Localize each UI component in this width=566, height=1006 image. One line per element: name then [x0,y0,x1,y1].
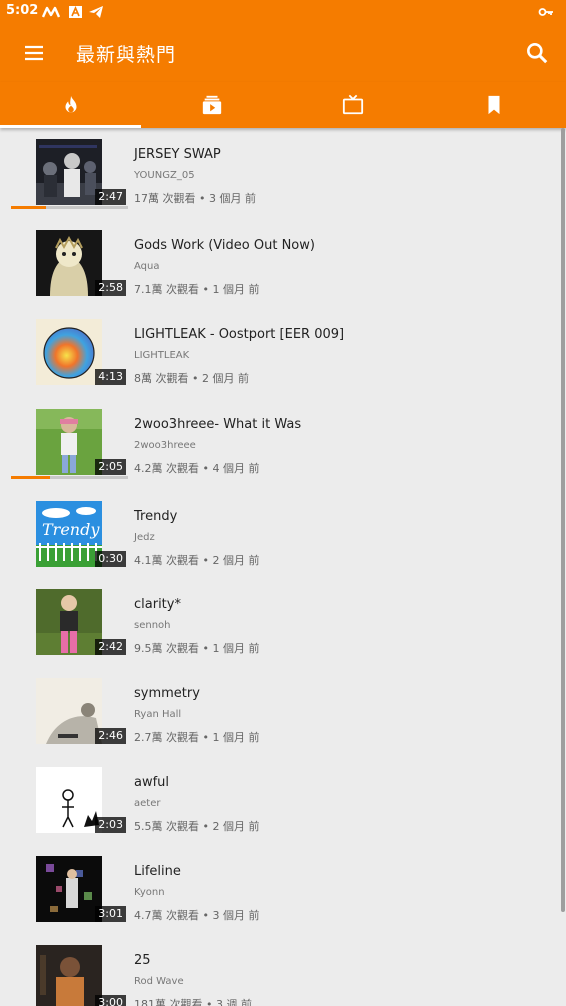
video-duration: 2:03 [95,817,126,833]
video-item[interactable]: 4:13 LIGHTLEAK - Oostport [EER 009] LIGH… [0,308,566,396]
video-duration: 4:13 [95,369,126,385]
page-title: 最新與熱門 [76,44,177,66]
video-duration: 2:58 [95,280,126,296]
search-icon[interactable] [524,40,550,66]
bookmark-icon [488,95,500,115]
scrollbar[interactable] [561,128,565,912]
video-meta: 7.1萬 次觀看 • 1 個月 前 [134,283,260,296]
video-title[interactable]: 2woo3hreee- What it Was [134,417,301,432]
tab-bar [0,82,566,128]
video-channel[interactable]: Rod Wave [134,976,184,987]
video-channel[interactable]: YOUNGZ_05 [134,170,195,181]
video-channel[interactable]: aeter [134,798,160,809]
video-title[interactable]: awful [134,775,169,790]
video-title[interactable]: 25 [134,953,151,968]
video-item[interactable]: 3:00 25 Rod Wave 181萬 次觀看 • 3 週 前 [0,934,566,1006]
video-channel[interactable]: LIGHTLEAK [134,350,189,361]
video-channel[interactable]: Ryan Hall [134,709,181,720]
video-meta: 4.2萬 次觀看 • 4 個月 前 [134,462,260,475]
vpn-key-icon [538,8,553,16]
status-bar: 5:02 [0,0,566,24]
video-meta: 8萬 次觀看 • 2 個月 前 [134,372,249,385]
video-channel[interactable]: sennoh [134,620,171,631]
app-bar: 最新與熱門 [0,24,566,82]
menu-icon[interactable] [22,41,46,65]
video-channel[interactable]: Kyonn [134,887,165,898]
video-duration: 3:01 [95,906,126,922]
fire-icon [65,95,77,113]
video-duration: 2:46 [95,728,126,744]
video-duration: 2:42 [95,639,126,655]
video-meta: 2.7萬 次觀看 • 1 個月 前 [134,731,260,744]
video-meta: 5.5萬 次觀看 • 2 個月 前 [134,820,260,833]
tab-bookmarks[interactable] [423,82,564,128]
video-meta: 17萬 次觀看 • 3 個月 前 [134,192,256,205]
video-item[interactable]: 2:03 awful aeter 5.5萬 次觀看 • 2 個月 前 [0,756,566,844]
tab-tv[interactable] [282,82,423,128]
a-notification-icon [69,6,82,18]
video-channel[interactable]: Jedz [134,532,155,543]
video-channel[interactable]: Aqua [134,261,159,272]
video-title[interactable]: symmetry [134,686,200,701]
tv-icon [342,94,364,115]
video-item[interactable]: 2:42 clarity* sennoh 9.5萬 次觀看 • 1 個月 前 [0,578,566,666]
video-item[interactable]: 2:58 Gods Work (Video Out Now) Aqua 7.1萬… [0,219,566,307]
video-list: 2:47 JERSEY SWAP YOUNGZ_05 17萬 次觀看 • 3 個… [0,128,566,1006]
telegram-icon [89,6,103,18]
video-title[interactable]: LIGHTLEAK - Oostport [EER 009] [134,327,344,342]
video-title[interactable]: Lifeline [134,864,181,879]
tab-subscriptions[interactable] [141,82,282,128]
video-title[interactable]: Gods Work (Video Out Now) [134,238,315,253]
video-item[interactable]: 2:05 2woo3hreee- What it Was 2woo3hreee … [0,398,566,486]
status-time: 5:02 [6,3,39,18]
video-title[interactable]: clarity* [134,597,181,612]
video-meta: 4.1萬 次觀看 • 2 個月 前 [134,554,260,567]
video-duration: 3:00 [95,995,126,1006]
video-meta: 9.5萬 次觀看 • 1 個月 前 [134,642,260,655]
video-meta: 181萬 次觀看 • 3 週 前 [134,998,252,1006]
video-title[interactable]: Trendy [134,509,177,524]
video-item[interactable]: 2:47 JERSEY SWAP YOUNGZ_05 17萬 次觀看 • 3 個… [0,128,566,216]
video-item[interactable]: 2:46 symmetry Ryan Hall 2.7萬 次觀看 • 1 個月 … [0,667,566,755]
video-channel[interactable]: 2woo3hreee [134,440,196,451]
watch-progress [11,476,128,479]
video-duration: 2:05 [95,459,126,475]
video-meta: 4.7萬 次觀看 • 3 個月 前 [134,909,260,922]
video-item[interactable]: 3:01 Lifeline Kyonn 4.7萬 次觀看 • 3 個月 前 [0,845,566,933]
watch-progress [11,206,128,209]
video-duration: 2:47 [95,189,126,205]
subscriptions-icon [202,95,222,115]
video-duration: 0:30 [95,551,126,567]
video-item[interactable]: Trendy 0:30 Trendy Jedz 4.1萬 次觀看 • 2 個月 … [0,490,566,578]
tab-trending[interactable] [0,82,141,128]
m-notification-icon [42,6,60,18]
video-title[interactable]: JERSEY SWAP [134,147,221,162]
